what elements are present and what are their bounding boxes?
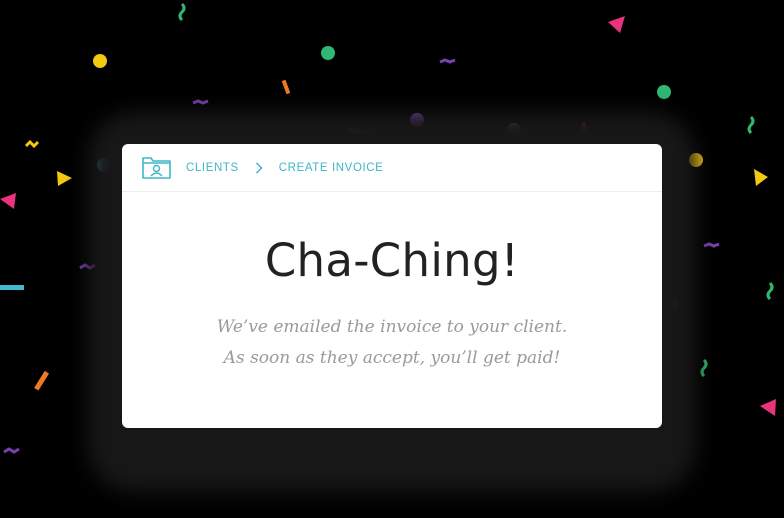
page-title: Cha-Ching! [264,234,520,287]
message-line: We’ve emailed the invoice to your client… [216,317,568,337]
chevron-right-icon [255,161,263,174]
breadcrumb-create-invoice: CREATE INVOICE [278,161,384,174]
invoice-confirmation-card: CLIENTS CREATE INVOICE Cha-Ching! We’ve … [122,144,662,428]
clients-folder-icon[interactable] [141,154,172,181]
confirmation-message: We’ve emailed the invoice to your client… [122,312,662,374]
confirmation-body: Cha-Ching! We’ve emailed the invoice to … [122,232,662,374]
page-canvas: CLIENTS CREATE INVOICE Cha-Ching! We’ve … [0,0,784,518]
breadcrumb-clients-link[interactable]: CLIENTS [186,162,239,174]
message-line: As soon as they accept, you’ll get paid! [223,348,561,368]
breadcrumb: CLIENTS CREATE INVOICE [122,144,662,192]
